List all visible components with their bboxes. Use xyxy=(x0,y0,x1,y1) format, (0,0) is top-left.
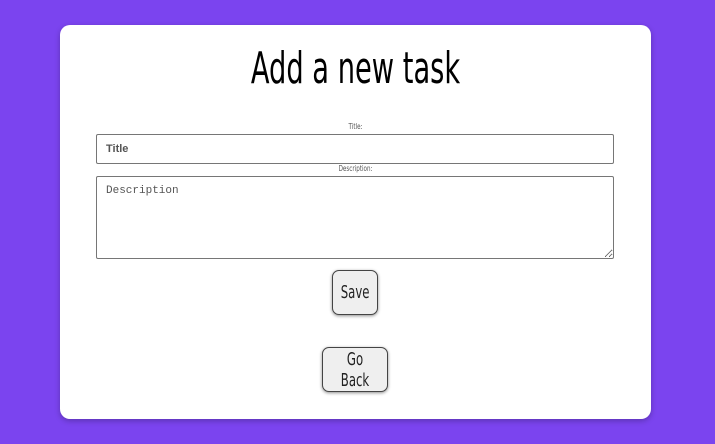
title-input[interactable] xyxy=(96,134,614,164)
save-button-label: Save xyxy=(340,282,370,303)
save-button[interactable]: Save xyxy=(332,270,378,315)
go-back-button-label: Go Back xyxy=(340,348,370,391)
task-form-card: Add a new task Title: Description: Save … xyxy=(60,25,651,419)
page-title: Add a new task xyxy=(250,43,461,94)
description-input[interactable] xyxy=(96,176,614,259)
go-back-button[interactable]: Go Back xyxy=(322,347,388,392)
description-label: Description: xyxy=(338,164,373,173)
title-label: Title: xyxy=(348,122,363,131)
